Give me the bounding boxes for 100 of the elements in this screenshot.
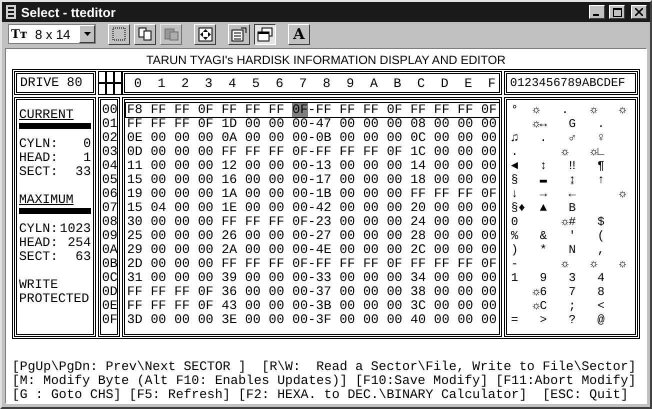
font-size-dropdown[interactable]: Tт 8 x 14 — [8, 24, 96, 44]
hex-byte[interactable]: 4E — [316, 243, 332, 257]
hex-byte[interactable]: 00 — [481, 271, 497, 285]
hex-byte[interactable]: 00 — [481, 131, 497, 145]
hex-byte[interactable]: 00 — [363, 201, 379, 215]
hex-byte[interactable]: 00 — [292, 117, 308, 131]
hex-byte[interactable]: 1B — [316, 187, 332, 201]
hex-byte[interactable]: 00 — [481, 229, 497, 243]
hex-byte[interactable]: 0F — [198, 285, 214, 299]
hex-byte[interactable]: FF — [221, 145, 238, 159]
fullscreen-button[interactable] — [194, 24, 216, 44]
hex-byte[interactable]: FF — [150, 103, 166, 117]
hex-byte[interactable]: 00 — [198, 173, 214, 187]
hex-byte[interactable]: 11 — [127, 159, 143, 173]
hex-byte[interactable]: 0F — [481, 103, 497, 117]
hex-byte[interactable]: 00 — [458, 299, 474, 313]
hex-byte[interactable]: 00 — [150, 229, 166, 243]
hex-byte[interactable]: 00 — [268, 159, 284, 173]
hex-byte[interactable]: 0F — [481, 187, 497, 201]
hex-byte[interactable]: 00 — [150, 131, 166, 145]
hex-byte[interactable]: 00 — [434, 229, 450, 243]
hex-byte[interactable]: 00 — [245, 173, 261, 187]
hex-byte[interactable]: 00 — [198, 257, 214, 271]
hex-byte[interactable]: 00 — [268, 229, 284, 243]
hex-byte[interactable]: 00 — [434, 271, 450, 285]
hex-byte[interactable]: F8 — [127, 103, 143, 117]
hex-byte[interactable]: 00 — [363, 215, 379, 229]
hex-byte[interactable]: 00 — [268, 243, 284, 257]
hex-byte[interactable]: FF — [339, 145, 356, 159]
hex-byte[interactable]: 00 — [150, 243, 166, 257]
hex-byte[interactable]: 00 — [339, 173, 356, 187]
hex-byte[interactable]: 00 — [339, 117, 356, 131]
hex-byte[interactable]: FF — [127, 299, 143, 313]
hex-byte[interactable]: 20 — [410, 201, 426, 215]
hex-byte[interactable]: 00 — [481, 215, 497, 229]
hex-byte[interactable]: FF — [221, 257, 238, 271]
hex-byte[interactable]: 00 — [174, 215, 190, 229]
hex-byte[interactable]: 24 — [410, 215, 426, 229]
hex-byte[interactable]: 00 — [292, 271, 308, 285]
hex-byte[interactable]: FF — [316, 103, 332, 117]
hex-byte[interactable]: 00 — [150, 257, 166, 271]
hex-byte[interactable]: 00 — [434, 201, 450, 215]
copy-button[interactable] — [134, 24, 156, 44]
hex-byte[interactable]: 33 — [316, 271, 332, 285]
hex-byte[interactable]: FF — [174, 103, 190, 117]
hex-byte[interactable]: 00 — [386, 285, 402, 299]
hex-byte[interactable]: 15 — [127, 173, 143, 187]
hex-byte[interactable]: 37 — [316, 285, 332, 299]
hex-byte[interactable]: 2D — [127, 257, 143, 271]
hex-byte[interactable]: 00 — [386, 131, 402, 145]
hex-byte[interactable]: 25 — [127, 229, 143, 243]
hex-byte[interactable]: 00 — [386, 215, 402, 229]
hex-byte[interactable]: 00 — [339, 201, 356, 215]
hex-byte[interactable]: FF — [127, 285, 143, 299]
hex-byte[interactable]: 00 — [198, 201, 214, 215]
hex-byte[interactable]: 00 — [268, 131, 284, 145]
hex-byte[interactable]: 00 — [292, 201, 308, 215]
hex-byte[interactable]: FF — [221, 103, 238, 117]
hex-byte[interactable]: 00 — [174, 201, 190, 215]
hex-byte[interactable]: 00 — [245, 117, 261, 131]
hex-byte[interactable]: FF — [268, 215, 284, 229]
hex-byte[interactable]: 00 — [434, 299, 450, 313]
hex-byte[interactable]: 00 — [292, 299, 308, 313]
hex-byte[interactable]: 00 — [458, 117, 474, 131]
hex-byte[interactable]: 34 — [410, 271, 426, 285]
hex-byte[interactable]: 00 — [339, 215, 356, 229]
hex-byte[interactable]: 00 — [339, 313, 356, 327]
hex-byte[interactable]: 04 — [150, 201, 166, 215]
hex-byte[interactable]: 00 — [245, 243, 261, 257]
hex-byte[interactable]: FF — [150, 285, 166, 299]
hex-byte[interactable]: 1A — [221, 187, 238, 201]
maximize-button[interactable] — [609, 5, 625, 19]
hex-byte[interactable]: 3E — [221, 313, 238, 327]
hex-byte[interactable]: 3B — [316, 299, 332, 313]
hex-byte[interactable]: 0F — [198, 299, 214, 313]
hex-byte[interactable]: 00 — [339, 131, 356, 145]
hex-byte[interactable]: 00 — [245, 131, 261, 145]
hex-byte[interactable]: 00 — [458, 145, 474, 159]
hex-byte[interactable]: 13 — [316, 159, 332, 173]
hex-byte[interactable]: 00 — [458, 313, 474, 327]
hex-byte[interactable]: 00 — [174, 145, 190, 159]
hex-byte[interactable]: 00 — [481, 313, 497, 327]
hex-byte[interactable]: 00 — [458, 243, 474, 257]
hex-byte[interactable]: 0F — [481, 257, 497, 271]
hex-byte[interactable]: 23 — [316, 215, 332, 229]
hex-byte[interactable]: 00 — [386, 201, 402, 215]
hex-byte[interactable]: 00 — [292, 229, 308, 243]
hex-byte[interactable]: FF — [434, 257, 450, 271]
hex-byte[interactable]: 00 — [434, 117, 450, 131]
hex-byte[interactable]: 31 — [127, 271, 143, 285]
hex-byte[interactable]: 00 — [268, 271, 284, 285]
hex-byte[interactable]: 00 — [292, 285, 308, 299]
hex-byte[interactable]: 0F — [386, 103, 402, 117]
hex-byte[interactable]: 3C — [410, 299, 426, 313]
hex-byte[interactable]: 0D — [127, 145, 143, 159]
hex-byte[interactable]: 00 — [268, 313, 284, 327]
hex-byte[interactable]: FF — [410, 187, 426, 201]
hex-byte[interactable]: 00 — [386, 313, 402, 327]
hex-byte[interactable]: 00 — [363, 159, 379, 173]
hex-byte[interactable]: 0F — [386, 257, 402, 271]
